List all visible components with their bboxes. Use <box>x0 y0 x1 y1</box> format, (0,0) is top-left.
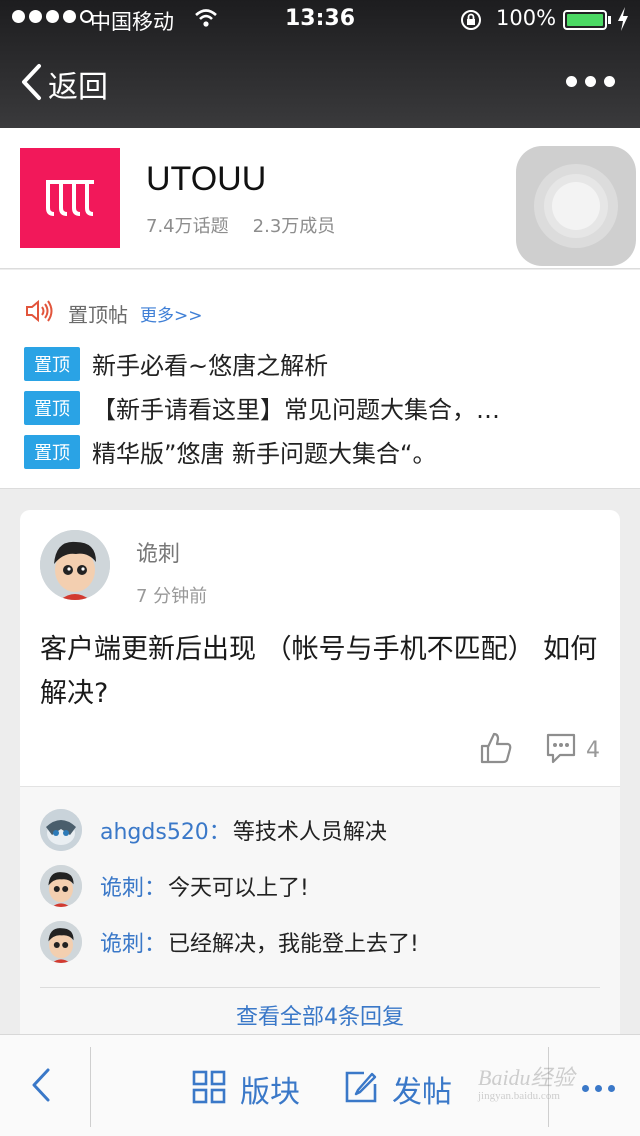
forum-logo <box>20 148 120 248</box>
forum-name: UTOUU <box>146 160 267 198</box>
reply-user[interactable]: ahgds520： <box>100 814 231 846</box>
grid-icon <box>192 1070 226 1108</box>
forum-stats: 7.4万话题 2.3万成员 <box>146 212 335 238</box>
pinned-more-link[interactable]: 更多>> <box>140 301 203 326</box>
member-count: 2.3万成员 <box>252 216 336 237</box>
more-dots-icon[interactable] <box>582 1085 615 1092</box>
pinned-item[interactable]: 置顶 【新手请看这里】常见问题大集合，… <box>24 390 604 425</box>
reply-avatar <box>40 921 82 963</box>
post-title[interactable]: 客户端更新后出现 （帐号与手机不匹配） 如何解决? <box>40 628 600 716</box>
back-button[interactable]: 返回 <box>20 62 108 106</box>
watermark-logo: Baidu经验 jingyan.baidu.com <box>478 1060 575 1102</box>
boards-button[interactable]: 版块 <box>192 1067 300 1111</box>
comment-count: 4 <box>586 737 600 763</box>
pinned-tag: 置顶 <box>24 434 80 469</box>
pinned-tag: 置顶 <box>24 346 80 381</box>
pinned-item-text: 【新手请看这里】常见问题大集合，… <box>92 396 500 424</box>
new-post-label: 发帖 <box>392 1075 452 1110</box>
back-label: 返回 <box>48 70 108 105</box>
screen: 中国移动 13:36 100% 返回 UTOUU 7.4万话题 2.3万成员 置… <box>0 0 640 1136</box>
pinned-posts: 置顶帖 更多>> 置顶 新手必看~悠唐之解析 置顶 【新手请看这里】常见问题大集… <box>0 270 640 489</box>
reply-item[interactable]: ahgds520： 等技术人员解决 <box>40 809 387 851</box>
comment-button[interactable]: 4 <box>544 731 600 769</box>
chevron-left-icon <box>20 63 42 105</box>
battery-tip <box>608 16 611 24</box>
view-all-replies-link[interactable]: 查看全部4条回复 <box>20 999 620 1031</box>
speaker-icon <box>24 298 54 328</box>
reply-user[interactable]: 诡刺： <box>100 926 166 958</box>
more-dots-icon[interactable] <box>566 76 615 87</box>
author-avatar[interactable] <box>40 530 110 600</box>
comment-bubble-icon <box>544 731 578 769</box>
pinned-item-text: 新手必看~悠唐之解析 <box>92 352 329 380</box>
reply-preview-list: ahgds520： 等技术人员解决 诡刺： 今天可以上了! 诡刺： 已经解决，我… <box>20 786 620 1051</box>
navigation-bar: 返回 <box>0 40 640 128</box>
reply-text: 等技术人员解决 <box>232 820 387 845</box>
new-post-button[interactable]: 发帖 <box>344 1067 452 1111</box>
like-thumbs-up-icon[interactable] <box>478 730 514 770</box>
post-author[interactable]: 诡刺 <box>136 536 180 568</box>
post-actions: 4 <box>478 730 600 770</box>
reply-item[interactable]: 诡刺： 已经解决，我能登上去了! <box>40 921 419 963</box>
reply-text: 已经解决，我能登上去了! <box>168 932 419 957</box>
post-card[interactable]: 诡刺 7 分钟前 客户端更新后出现 （帐号与手机不匹配） 如何解决? 4 ahg… <box>20 510 620 1051</box>
charging-bolt-icon <box>616 6 630 37</box>
toolbar-back-button[interactable] <box>30 1067 52 1107</box>
boards-label: 版块 <box>240 1075 300 1110</box>
divider <box>90 1047 91 1127</box>
divider <box>40 987 600 988</box>
pinned-header: 置顶帖 更多>> <box>24 298 203 328</box>
pinned-item[interactable]: 置顶 新手必看~悠唐之解析 <box>24 346 604 381</box>
top-bar: 中国移动 13:36 100% 返回 <box>0 0 640 128</box>
reply-text: 今天可以上了! <box>168 876 309 901</box>
pinned-item-text: 精华版”悠唐 新手问题大集合“。 <box>92 440 437 468</box>
watermark-url: jingyan.baidu.com <box>478 1090 560 1102</box>
assistive-touch-button[interactable] <box>516 146 636 266</box>
topic-count: 7.4万话题 <box>146 216 229 237</box>
reply-user[interactable]: 诡刺： <box>100 870 166 902</box>
chevron-left-icon <box>30 1068 52 1107</box>
reply-avatar <box>40 865 82 907</box>
rotation-lock-icon <box>459 8 483 37</box>
compose-icon <box>344 1070 378 1108</box>
pinned-title: 置顶帖 <box>68 302 128 327</box>
reply-avatar <box>40 809 82 851</box>
pinned-tag: 置顶 <box>24 390 80 425</box>
watermark-brand: Baidu经验 <box>478 1065 575 1090</box>
pinned-item[interactable]: 置顶 精华版”悠唐 新手问题大集合“。 <box>24 434 604 469</box>
status-bar: 中国移动 13:36 100% <box>0 0 640 40</box>
battery-icon <box>563 10 607 30</box>
reply-item[interactable]: 诡刺： 今天可以上了! <box>40 865 309 907</box>
post-time: 7 分钟前 <box>136 586 208 607</box>
battery-percentage: 100% <box>496 6 557 30</box>
